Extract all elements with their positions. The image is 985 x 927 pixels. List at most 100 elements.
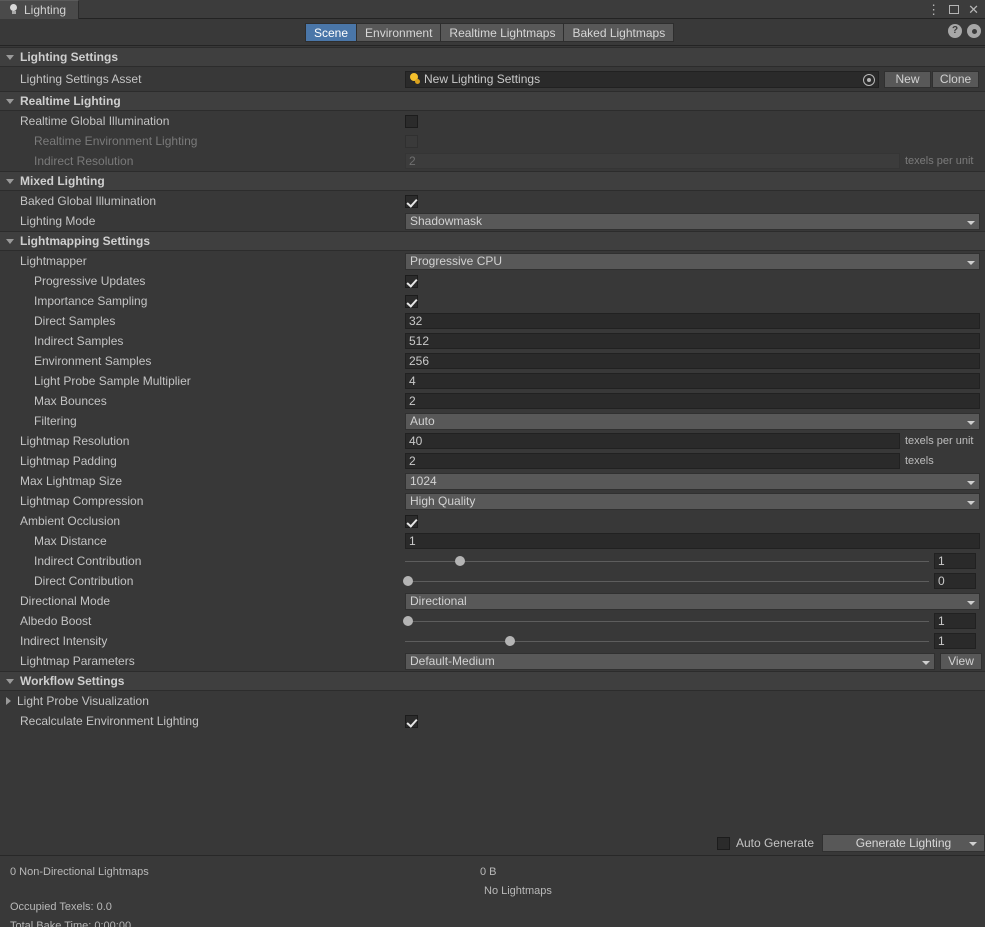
realtime-global-illumination-checkbox[interactable] (405, 114, 418, 128)
section-lighting-settings[interactable]: Lighting Settings (0, 47, 985, 67)
filtering-dropdown[interactable]: Auto (405, 412, 980, 430)
directional-mode-dropdown[interactable]: Directional (405, 592, 980, 610)
section-realtime-lighting[interactable]: Realtime Lighting (0, 91, 985, 111)
row-filtering: Filtering Auto (0, 411, 985, 431)
row-lighting-settings-asset: Lighting Settings Asset New Lighting Set… (0, 67, 985, 91)
label-directional-mode: Directional Mode (20, 594, 111, 608)
albedo-boost-slider[interactable] (402, 613, 929, 629)
gear-icon[interactable] (967, 24, 981, 38)
lightmap-compression-dropdown[interactable]: High Quality (405, 492, 980, 510)
chevron-down-icon (6, 678, 14, 684)
close-icon[interactable]: ✕ (968, 2, 979, 17)
ambient-occlusion-checkbox[interactable] (405, 514, 418, 528)
section-workflow-settings[interactable]: Workflow Settings (0, 671, 985, 691)
indirect-intensity-slider[interactable] (405, 633, 929, 649)
row-light-probe-visualization[interactable]: Light Probe Visualization (0, 691, 985, 711)
lightmap-parameters-dropdown[interactable]: Default-Medium (405, 652, 935, 670)
indirect-intensity-input[interactable]: 1 (934, 633, 976, 649)
status-occupied-texels: Occupied Texels: 0.0 (10, 901, 112, 913)
label-progressive-updates: Progressive Updates (34, 274, 146, 288)
slider-knob[interactable] (504, 636, 515, 646)
row-direct-contribution: Direct Contribution 0 (0, 571, 985, 591)
label-lightmap-padding: Lightmap Padding (20, 454, 117, 468)
row-indirect-intensity: Indirect Intensity 1 (0, 631, 985, 651)
help-icon[interactable]: ? (948, 24, 962, 38)
lighting-mode-dropdown[interactable]: Shadowmask (405, 212, 980, 230)
indirect-resolution-input[interactable]: 2 (405, 153, 900, 169)
progressive-updates-checkbox[interactable] (405, 274, 418, 288)
slider-track (405, 560, 929, 562)
tab-baked-lightmaps[interactable]: Baked Lightmaps (564, 23, 675, 42)
label-lightmap-compression: Lightmap Compression (20, 494, 144, 508)
row-importance-sampling: Importance Sampling (0, 291, 985, 311)
new-button[interactable]: New (884, 70, 931, 88)
row-albedo-boost: Albedo Boost 1 (0, 611, 985, 631)
row-lightmap-resolution: Lightmap Resolution 40 texels per unit (0, 431, 985, 451)
row-lightmap-compression: Lightmap Compression High Quality (0, 491, 985, 511)
label-realtime-global-illumination: Realtime Global Illumination (20, 114, 170, 128)
label-realtime-environment-lighting: Realtime Environment Lighting (34, 134, 198, 148)
row-recalculate-environment-lighting: Recalculate Environment Lighting (0, 711, 985, 731)
chevron-down-icon (6, 98, 14, 104)
lighting-settings-asset-value: New Lighting Settings (424, 72, 541, 86)
lightmap-padding-input[interactable]: 2 (405, 453, 900, 469)
kebab-menu-icon[interactable]: ⋮ (927, 2, 940, 17)
maximize-icon[interactable] (949, 5, 960, 14)
label-importance-sampling: Importance Sampling (34, 294, 148, 308)
importance-sampling-checkbox[interactable] (405, 294, 418, 308)
albedo-boost-input[interactable]: 1 (934, 613, 976, 629)
light-probe-sample-multiplier-input[interactable]: 4 (405, 373, 980, 389)
tab-scene[interactable]: Scene (305, 23, 358, 42)
max-bounces-input[interactable]: 2 (405, 393, 980, 409)
slider-track (405, 620, 929, 622)
row-max-distance: Max Distance 1 (0, 531, 985, 551)
environment-samples-input[interactable]: 256 (405, 353, 980, 369)
lightmap-resolution-unit: texels per unit (905, 435, 974, 447)
section-lightmapping-settings[interactable]: Lightmapping Settings (0, 231, 985, 251)
tab-lighting[interactable]: Lighting (0, 0, 80, 19)
row-direct-samples: Direct Samples 32 (0, 311, 985, 331)
baked-global-illumination-checkbox[interactable] (405, 194, 418, 208)
label-max-bounces: Max Bounces (34, 394, 107, 408)
row-environment-samples: Environment Samples 256 (0, 351, 985, 371)
clone-button[interactable]: Clone (932, 70, 979, 88)
tab-realtime-lightmaps[interactable]: Realtime Lightmaps (441, 23, 565, 42)
label-environment-samples: Environment Samples (34, 354, 152, 368)
indirect-contribution-slider[interactable] (405, 553, 929, 569)
max-distance-input[interactable]: 1 (405, 533, 980, 549)
view-lightmap-parameters-button[interactable]: View (940, 652, 982, 670)
window-tab-label: Lighting (24, 3, 67, 17)
lightmapper-dropdown[interactable]: Progressive CPU (405, 252, 980, 270)
section-mixed-lighting[interactable]: Mixed Lighting (0, 171, 985, 191)
realtime-environment-lighting-checkbox[interactable] (405, 134, 418, 148)
label-lightmapper: Lightmapper (20, 254, 87, 268)
max-lightmap-size-dropdown[interactable]: 1024 (405, 472, 980, 490)
slider-knob[interactable] (455, 556, 466, 566)
tab-environment[interactable]: Environment (357, 23, 442, 42)
direct-contribution-slider[interactable] (402, 573, 929, 589)
window-titlebar: Lighting ⋮ ✕ (0, 0, 985, 19)
slider-knob[interactable] (402, 576, 413, 586)
direct-samples-input[interactable]: 32 (405, 313, 980, 329)
label-indirect-samples: Indirect Samples (34, 334, 124, 348)
lighting-status-bar: 0 Non-Directional Lightmaps Occupied Tex… (0, 855, 985, 927)
generate-lighting-button[interactable]: Generate Lighting (822, 834, 985, 852)
lighting-settings-asset-field[interactable]: New Lighting Settings (405, 70, 879, 88)
section-title: Mixed Lighting (20, 174, 105, 188)
recalculate-environment-lighting-checkbox[interactable] (405, 714, 418, 728)
label-recalculate-environment-lighting: Recalculate Environment Lighting (20, 714, 199, 728)
indirect-samples-input[interactable]: 512 (405, 333, 980, 349)
slider-knob[interactable] (402, 616, 413, 626)
indirect-resolution-unit: texels per unit (905, 155, 974, 167)
auto-generate-checkbox[interactable] (716, 836, 730, 850)
lightmap-resolution-input[interactable]: 40 (405, 433, 900, 449)
indirect-contribution-input[interactable]: 1 (934, 553, 976, 569)
direct-contribution-input[interactable]: 0 (934, 573, 976, 589)
row-max-bounces: Max Bounces 2 (0, 391, 985, 411)
label-light-probe-visualization: Light Probe Visualization (0, 694, 405, 708)
label-ambient-occlusion: Ambient Occlusion (20, 514, 121, 528)
section-title: Workflow Settings (20, 674, 125, 688)
label-lightmap-parameters: Lightmap Parameters (20, 654, 135, 668)
generate-bar: Auto Generate Generate Lighting (0, 831, 985, 855)
object-picker-icon[interactable] (863, 73, 875, 86)
